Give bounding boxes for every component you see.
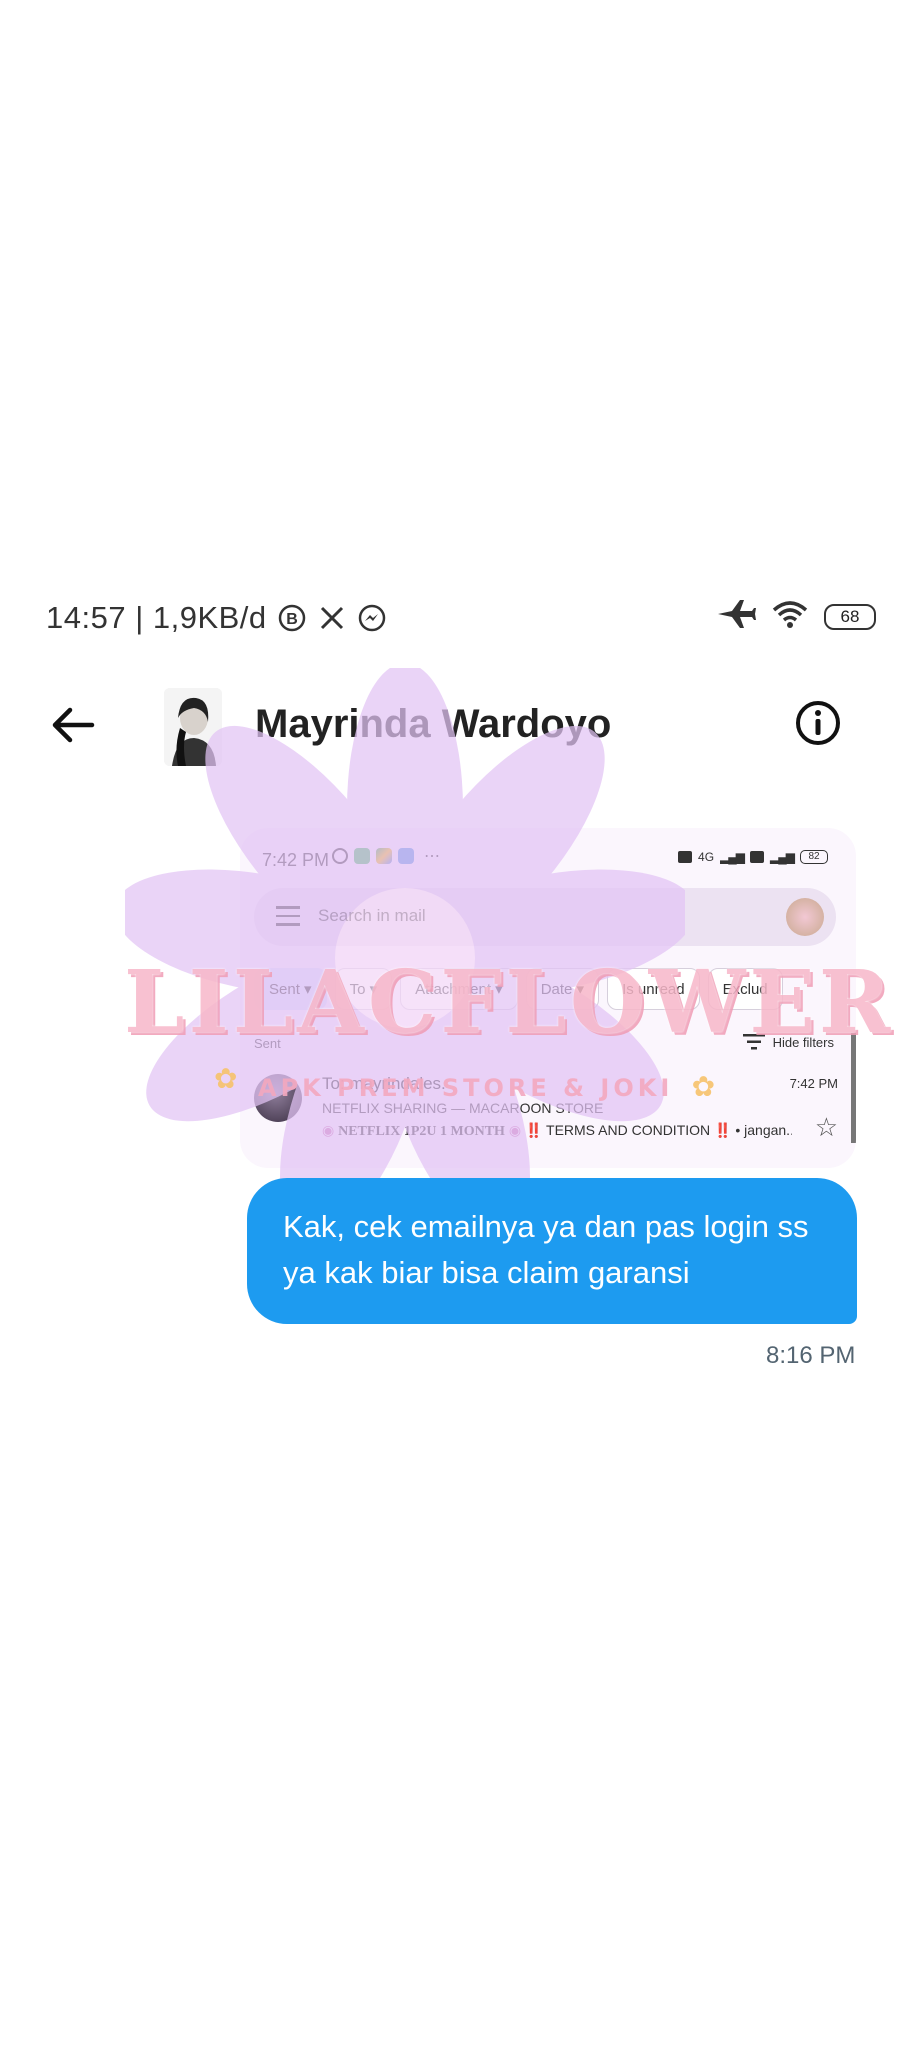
screenshot-notification-icons: ⋯ (332, 846, 440, 866)
flower-small-icon: ✿ (214, 1062, 242, 1095)
signal-icon: ▂▄▆ (720, 850, 745, 864)
mail-time: 7:42 PM (789, 1076, 838, 1091)
x-icon (317, 603, 347, 633)
b-icon: B (277, 603, 307, 633)
volte-icon (678, 851, 693, 863)
snippet-bold: NETFLIX 1P2U 1 MONTH (338, 1124, 505, 1139)
airplane-icon (716, 598, 756, 635)
screenshot-status-right: 4G ▂▄▆ ▂▄▆ 82 (678, 850, 828, 864)
network-label: 4G (698, 850, 715, 864)
battery-icon: 68 (824, 603, 876, 630)
status-bar: 14:57 | 1,9KB/d B 68 (46, 596, 876, 640)
watermark-title: LILACFLOWER (124, 952, 895, 1053)
svg-text:B: B (286, 611, 298, 628)
messenger-icon (357, 603, 387, 633)
screenshot-time: 7:42 PM (262, 850, 330, 870)
search-bar[interactable]: Search in mail (254, 888, 836, 946)
search-placeholder: Search in mail (318, 906, 426, 925)
back-arrow-icon[interactable] (48, 700, 98, 750)
snippet-dot-icon: ◉ (322, 1122, 335, 1138)
star-icon[interactable]: ☆ (815, 1112, 838, 1143)
menu-icon[interactable] (276, 906, 300, 932)
play-store-icon (376, 848, 392, 864)
contact-name: Mayrinda Wardoyo (255, 702, 612, 746)
twitter-icon (398, 848, 414, 864)
mail-snippet: ◉ NETFLIX 1P2U 1 MONTH ◉ ‼️ TERMS AND CO… (322, 1122, 792, 1140)
snippet-dot-icon-2: ◉ (508, 1122, 522, 1138)
wifi-icon (770, 598, 810, 635)
watermark-subtitle: ✿ APK PREM STORE & JOKI ✿ (214, 1062, 720, 1103)
avatar[interactable] (164, 688, 222, 766)
info-icon[interactable] (794, 699, 842, 747)
signal-icon-2: ▂▄▆ (770, 850, 795, 864)
message-bubble[interactable]: Kak, cek emailnya ya dan pas login ss ya… (247, 1178, 857, 1324)
message-timestamp: 8:16 PM (766, 1342, 856, 1369)
account-avatar[interactable] (786, 898, 824, 936)
status-time: 14:57 | 1,9KB/d (46, 600, 267, 635)
snippet-rest: ‼️ TERMS AND CONDITION ‼️ • jangan... (524, 1122, 792, 1138)
alarm-icon (332, 848, 348, 864)
screenshot-battery: 82 (800, 850, 828, 864)
volte-icon-2 (750, 851, 765, 863)
more-icon: ⋯ (424, 848, 440, 865)
flower-small-icon-2: ✿ (691, 1070, 720, 1103)
whatsapp-icon (354, 848, 370, 864)
